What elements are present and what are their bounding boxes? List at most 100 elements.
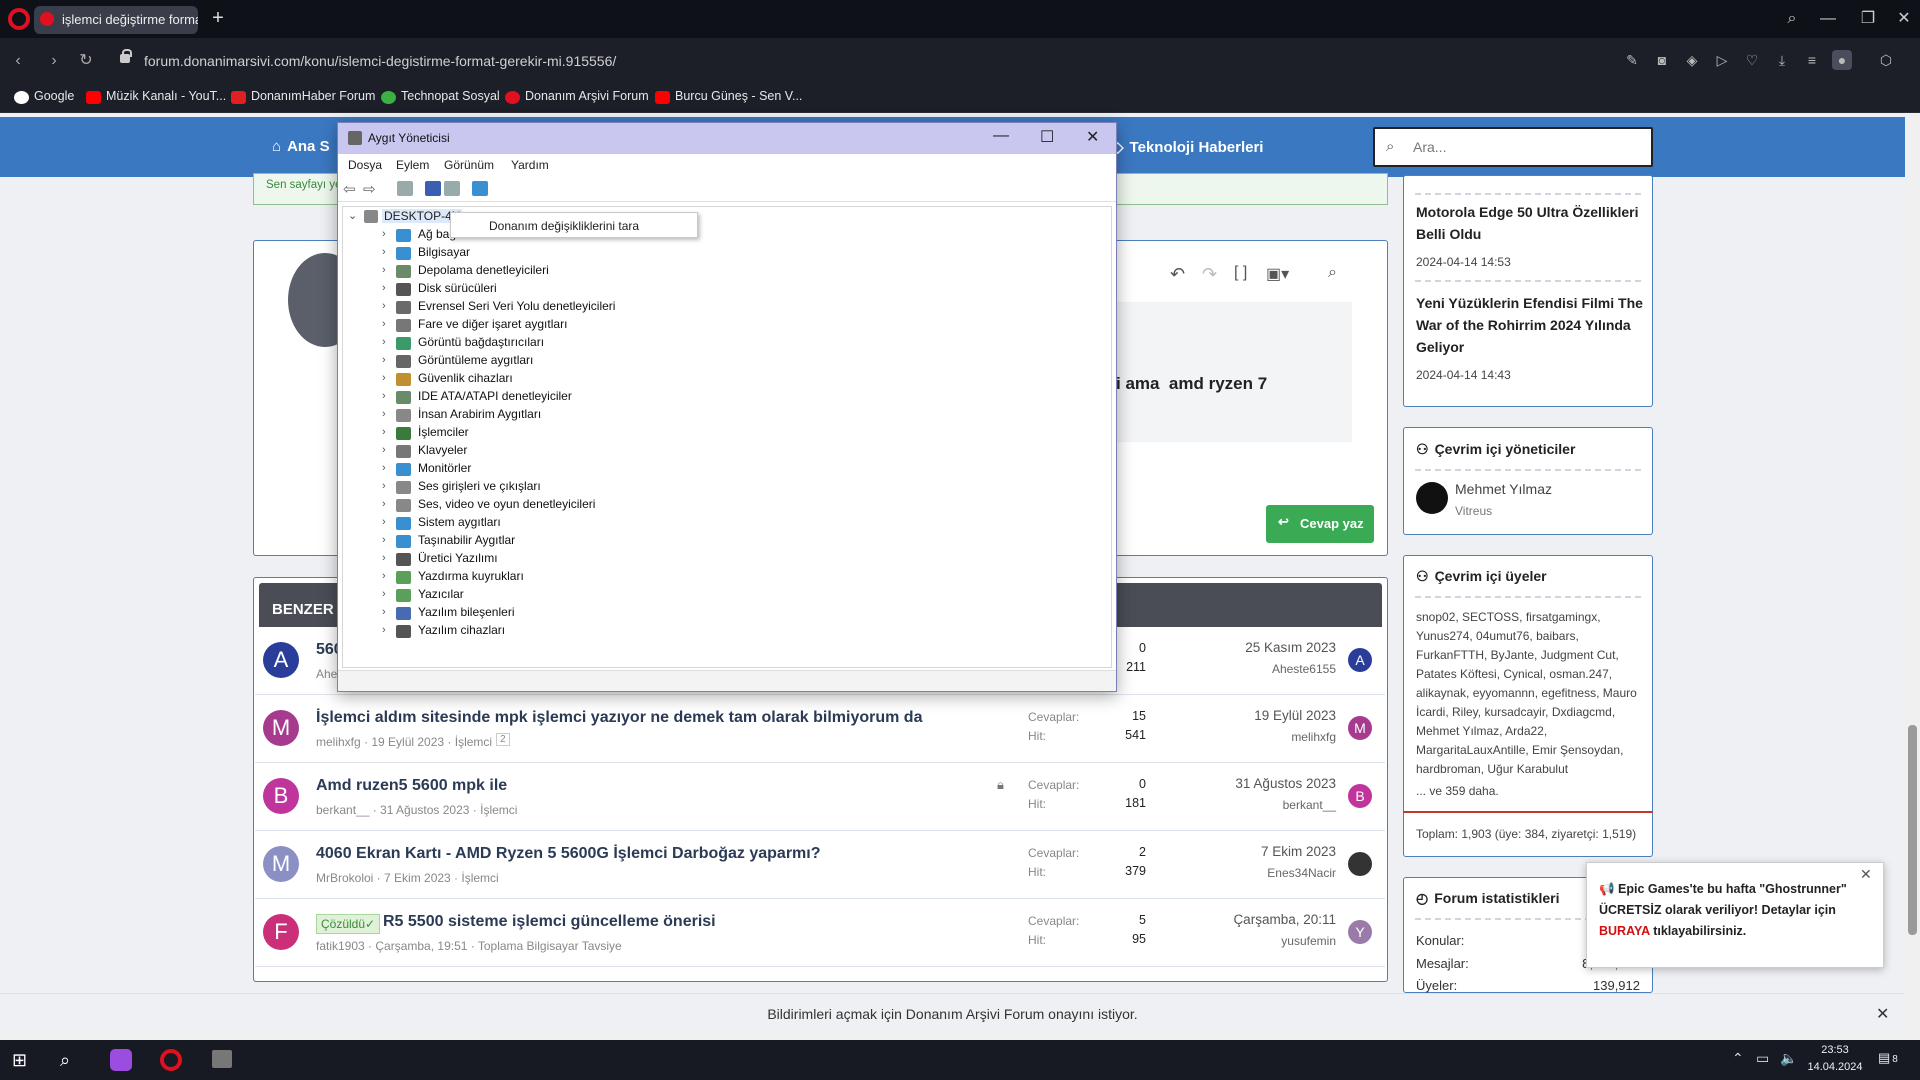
device-category[interactable]: › İnsan Arabirim Aygıtları — [382, 407, 541, 425]
clock-date[interactable]: 14.04.2024 — [1805, 1061, 1865, 1073]
minimize-button[interactable]: — — [1808, 6, 1848, 32]
expand-chevron-icon[interactable]: › — [382, 462, 386, 474]
expand-chevron-icon[interactable]: › — [382, 480, 386, 492]
thread-meta[interactable]: Ahe — [316, 667, 337, 681]
device-category[interactable]: › Evrensel Seri Veri Yolu denetleyiciler… — [382, 299, 615, 317]
taskbar-device-manager-icon[interactable] — [212, 1050, 232, 1068]
expand-chevron-icon[interactable]: › — [382, 336, 386, 348]
expand-chevron-icon[interactable]: › — [382, 426, 386, 438]
toast-close-icon[interactable]: ✕ — [1860, 866, 1872, 883]
thread-avatar[interactable]: F — [263, 914, 299, 950]
notification-center-icon[interactable]: ▤ 8 — [1878, 1050, 1898, 1066]
device-category[interactable]: › Fare ve diğer işaret aygıtları — [382, 317, 567, 335]
preview-icon[interactable]: ⌕ — [1328, 264, 1337, 282]
dm-maximize-button[interactable]: ☐ — [1040, 127, 1054, 147]
device-category[interactable]: › Yazdırma kuyrukları — [382, 569, 524, 587]
menu-lines-icon[interactable]: ≡ — [1802, 50, 1822, 70]
bookmark-youtube-music[interactable]: Müzik Kanalı - YouT... — [86, 89, 226, 109]
volume-icon[interactable]: 🔈 — [1780, 1050, 1797, 1067]
taskbar-app-icon[interactable] — [110, 1049, 132, 1071]
menu-help[interactable]: Yardım — [511, 158, 549, 172]
device-category[interactable]: › Yazılım bileşenleri — [382, 605, 514, 623]
thread-row[interactable] — [255, 899, 1385, 967]
page-badge[interactable]: 2 — [496, 733, 510, 746]
device-category[interactable]: › Disk sürücüleri — [382, 281, 497, 299]
last-poster-avatar[interactable]: A — [1348, 648, 1372, 672]
network-icon[interactable]: ▭ — [1756, 1050, 1769, 1067]
scrollbar-thumb[interactable] — [1908, 725, 1917, 935]
editor-body[interactable] — [1108, 302, 1352, 442]
expand-chevron-icon[interactable]: › — [382, 390, 386, 402]
thread-avatar[interactable]: B — [263, 778, 299, 814]
toast-link[interactable]: BURAYA — [1599, 924, 1650, 938]
expand-chevron-icon[interactable]: › — [382, 444, 386, 456]
search-tabs-icon[interactable]: ⌕ — [1772, 6, 1812, 32]
save-draft-icon[interactable]: ▣▾ — [1266, 264, 1289, 284]
device-category[interactable]: › Klavyeler — [382, 443, 467, 461]
device-category[interactable]: › Güvenlik cihazları — [382, 371, 513, 389]
dm-view-icon[interactable] — [444, 181, 460, 196]
last-poster-name[interactable]: yusufemin — [1196, 934, 1336, 948]
expand-chevron-icon[interactable]: › — [382, 570, 386, 582]
thread-meta[interactable]: berkant__ · 31 Ağustos 2023 · İşlemci — [316, 803, 517, 817]
back-button[interactable]: ‹ — [5, 48, 31, 74]
bookmark-google[interactable]: Google — [14, 89, 74, 109]
heart-icon[interactable]: ♡ — [1742, 50, 1762, 70]
bookmark-donanimhaber[interactable]: DonanımHaber Forum — [231, 89, 375, 109]
dm-properties-icon[interactable] — [397, 181, 413, 196]
device-category[interactable]: › Üretici Yazılımı — [382, 551, 498, 569]
expand-chevron-icon[interactable]: › — [382, 246, 386, 258]
last-poster-avatar[interactable]: Y — [1348, 920, 1372, 944]
device-category[interactable]: › Depolama denetleyicileri — [382, 263, 549, 281]
thread-row[interactable] — [255, 695, 1385, 763]
notification-close-icon[interactable]: ✕ — [1876, 1004, 1889, 1024]
new-tab-button[interactable]: + — [207, 7, 229, 29]
news-title-1[interactable]: Motorola Edge 50 Ultra Özellikleri Belli… — [1416, 201, 1644, 245]
last-post-date[interactable]: 25 Kasım 2023 — [1196, 640, 1336, 655]
download-icon[interactable]: ⤓ — [1772, 50, 1792, 70]
menu-action[interactable]: Eylem — [396, 158, 429, 172]
player-icon[interactable]: ▷ — [1712, 50, 1732, 70]
redo-icon[interactable]: ↷ — [1202, 264, 1217, 285]
thread-title[interactable]: 4060 Ekran Kartı - AMD Ryzen 5 5600G İşl… — [316, 845, 821, 863]
forward-button[interactable]: › — [41, 48, 67, 74]
dm-forward-icon[interactable]: ⇨ — [363, 180, 376, 198]
thread-title[interactable]: İşlemci aldım sitesinde mpk işlemci yazı… — [316, 709, 922, 727]
last-post-date[interactable]: 31 Ağustos 2023 — [1196, 776, 1336, 791]
tray-chevron-icon[interactable]: ⌃ — [1732, 1050, 1744, 1067]
expand-chevron-icon[interactable]: › — [382, 588, 386, 600]
last-post-date[interactable]: 7 Ekim 2023 — [1196, 844, 1336, 859]
expand-chevron-icon[interactable]: › — [382, 408, 386, 420]
thread-title[interactable]: R5 5500 sisteme işlemci güncelleme öneri… — [383, 913, 716, 931]
last-poster-avatar[interactable]: M — [1348, 716, 1372, 740]
bookmark-donanim-arsivi[interactable]: Donanım Arşivi Forum — [505, 89, 649, 109]
active-tab[interactable]: işlemci değiştirme format — [34, 6, 198, 34]
opera-menu-icon[interactable] — [8, 8, 30, 30]
menu-file[interactable]: Dosya — [348, 158, 382, 172]
site-search-input[interactable]: Ara... — [1373, 127, 1653, 167]
device-category[interactable]: › Görüntüleme aygıtları — [382, 353, 533, 371]
last-poster-name[interactable]: berkant__ — [1196, 798, 1336, 812]
last-post-date[interactable]: 19 Eylül 2023 — [1196, 708, 1336, 723]
device-category[interactable]: › Ses, video ve oyun denetleyicileri — [382, 497, 595, 515]
expand-chevron-icon[interactable]: › — [382, 228, 386, 240]
device-category[interactable]: › Yazılım cihazları — [382, 623, 505, 641]
device-category[interactable]: › Ses girişleri ve çıkışları — [382, 479, 541, 497]
expand-chevron-icon[interactable]: › — [382, 606, 386, 618]
device-category[interactable]: › Görüntü bağdaştırıcıları — [382, 335, 544, 353]
dm-close-button[interactable]: ✕ — [1086, 127, 1099, 147]
device-category[interactable]: › Sistem aygıtları — [382, 515, 501, 533]
thread-meta[interactable]: melihxfg · 19 Eylül 2023 · İşlemci — [316, 735, 492, 749]
last-poster-name[interactable]: melihxfg — [1196, 730, 1336, 744]
shield-icon[interactable]: ◈ — [1682, 50, 1702, 70]
thread-avatar[interactable]: M — [263, 846, 299, 882]
expand-chevron-icon[interactable]: › — [382, 264, 386, 276]
device-category[interactable]: › Bilgisayar — [382, 245, 470, 263]
device-category[interactable]: › IDE ATA/ATAPI denetleyiciler — [382, 389, 572, 407]
windows-start-icon[interactable]: ⊞ — [12, 1050, 27, 1071]
staff-avatar[interactable] — [1416, 482, 1448, 514]
profile-icon[interactable]: ● — [1832, 50, 1852, 70]
thread-row[interactable] — [255, 831, 1385, 899]
close-window-button[interactable]: ✕ — [1884, 6, 1920, 32]
online-members-list[interactable]: snop02, SECTOSS, firsatgamingx, Yunus274… — [1416, 608, 1642, 779]
